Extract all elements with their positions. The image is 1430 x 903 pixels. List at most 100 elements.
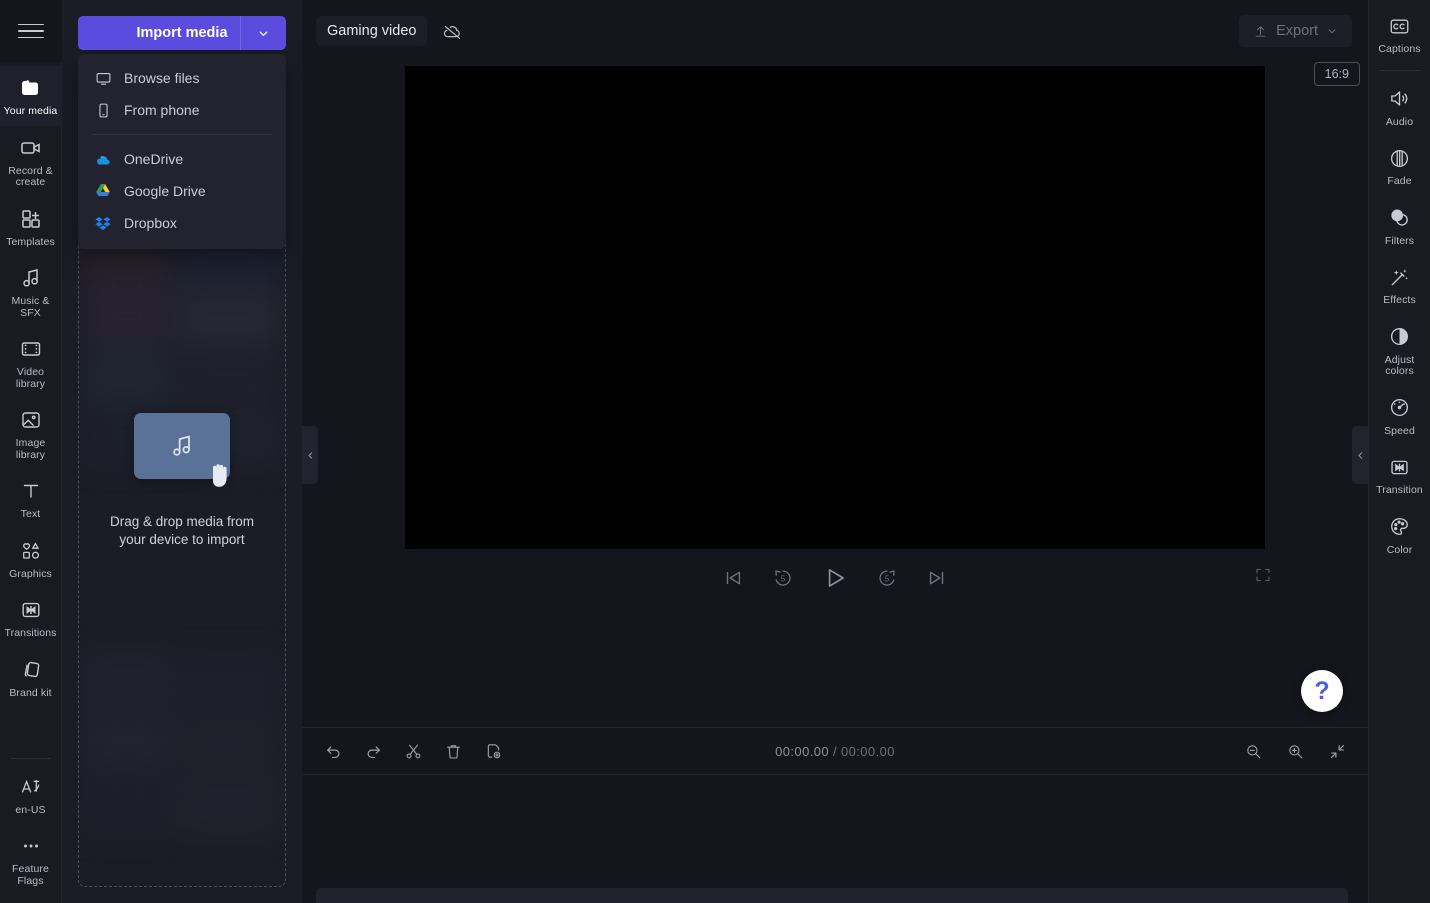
menu-item-google-drive[interactable]: Google Drive: [78, 175, 286, 207]
sidebar-item-record-create[interactable]: Record & create: [0, 126, 62, 197]
skip-to-end-button[interactable]: [926, 567, 948, 589]
sidebar-item-music-sfx[interactable]: Music & SFX: [0, 256, 62, 327]
hamburger-menu-button[interactable]: [0, 0, 62, 62]
clipchamp-editor-window: Your media Record & create Templates Mus…: [0, 0, 1430, 903]
menu-item-onedrive[interactable]: OneDrive: [78, 143, 286, 175]
import-media-caret-button[interactable]: [240, 16, 286, 50]
sidebar-item-label: Feature Flags: [12, 863, 49, 887]
collapse-properties-panel-handle[interactable]: [1352, 426, 1368, 484]
current-time: 00:00.00: [775, 743, 829, 759]
sidebar-item-label: Color: [1386, 543, 1413, 556]
sidebar-item-your-media[interactable]: Your media: [0, 66, 62, 126]
project-title-input[interactable]: Gaming video: [316, 16, 428, 46]
rewind-5-seconds-button[interactable]: 5: [772, 567, 794, 589]
sidebar-item-audio[interactable]: Audio: [1369, 77, 1430, 137]
zoom-in-button[interactable]: [1282, 738, 1308, 764]
timeline-track-placeholder[interactable]: [316, 888, 1348, 903]
sidebar-item-label: Fade: [1387, 175, 1412, 187]
shapes-icon: [18, 538, 44, 564]
help-label: ?: [1314, 676, 1330, 705]
sidebar-item-templates[interactable]: Templates: [0, 197, 62, 257]
contrast-circle-icon: [1387, 324, 1413, 350]
sidebar-item-captions[interactable]: Captions: [1369, 4, 1430, 64]
undo-button[interactable]: [320, 738, 346, 764]
chevron-left-icon: [1357, 451, 1362, 459]
svg-text:5: 5: [885, 575, 889, 584]
main-area: Gaming video Export 16:9 5 5 ? 00:00.00 …: [302, 0, 1368, 903]
delete-button[interactable]: [440, 738, 466, 764]
left-nav-rail: Your media Record & create Templates Mus…: [0, 0, 62, 903]
sidebar-item-transitions[interactable]: Transitions: [0, 588, 62, 648]
sidebar-item-feature-flags[interactable]: Feature Flags: [0, 824, 62, 895]
sidebar-item-video-library[interactable]: Video library: [0, 327, 62, 398]
divider: [1379, 69, 1420, 71]
sidebar-item-graphics[interactable]: Graphics: [0, 529, 62, 589]
sidebar-item-label: Your media: [3, 105, 58, 117]
redo-button[interactable]: [360, 738, 386, 764]
fit-to-screen-button[interactable]: [1324, 738, 1350, 764]
sidebar-item-label: Music & SFX: [11, 295, 50, 319]
split-button[interactable]: [400, 738, 426, 764]
cloud-off-icon[interactable]: [435, 16, 469, 46]
sidebar-item-label: Captions: [1378, 43, 1421, 55]
dropzone-content: Drag & drop media from your device to im…: [79, 413, 285, 549]
aspect-ratio-button[interactable]: 16:9: [1313, 62, 1360, 86]
sidebar-item-label: Text: [20, 508, 41, 520]
magic-wand-icon: [1387, 264, 1413, 290]
menu-item-label: From phone: [124, 102, 200, 118]
sidebar-item-adjust-colors[interactable]: Adjust colors: [1369, 315, 1430, 386]
fullscreen-button[interactable]: [1254, 566, 1272, 589]
duplicate-button[interactable]: [480, 738, 506, 764]
phone-icon: [94, 101, 112, 119]
timeline-zoom-controls: [1240, 738, 1350, 764]
timeline-canvas[interactable]: [302, 775, 1368, 903]
sidebar-item-label: Record & create: [8, 164, 53, 188]
sidebar-item-label: Speed: [1384, 424, 1415, 437]
sidebar-item-text[interactable]: Text: [0, 469, 62, 529]
export-button[interactable]: Export: [1239, 15, 1352, 47]
sidebar-item-language[interactable]: en-US: [0, 765, 62, 825]
play-button[interactable]: [822, 565, 848, 591]
menu-item-dropbox[interactable]: Dropbox: [78, 207, 286, 239]
svg-text:5: 5: [781, 575, 785, 584]
skip-to-start-button[interactable]: [722, 567, 744, 589]
menu-item-browse-files[interactable]: Browse files: [78, 62, 286, 94]
sidebar-item-effects[interactable]: Effects: [1369, 255, 1430, 315]
import-media-button[interactable]: Import media: [78, 16, 286, 50]
help-button[interactable]: ?: [1301, 670, 1343, 712]
total-time: 00:00.00: [841, 743, 895, 759]
left-rail-bottom: en-US Feature Flags: [0, 752, 62, 903]
chevron-down-icon: [259, 30, 268, 36]
transition-icon: [1387, 454, 1413, 480]
left-rail-items: Your media Record & create Templates Mus…: [0, 62, 62, 707]
sidebar-item-fade[interactable]: Fade: [1369, 136, 1430, 196]
hamburger-menu-icon: [17, 19, 44, 44]
onedrive-cloud-icon: [94, 150, 112, 168]
image-picture-icon: [18, 407, 44, 433]
dropzone-text-line1: Drag & drop media from: [109, 514, 255, 529]
sidebar-item-label: Effects: [1383, 294, 1416, 306]
brand-kit-cards-icon: [18, 657, 44, 683]
language-translate-icon: [18, 774, 44, 800]
zoom-out-button[interactable]: [1240, 738, 1266, 764]
sidebar-item-label: Transition: [1376, 484, 1423, 496]
menu-item-label: Google Drive: [124, 183, 206, 199]
sidebar-item-transition[interactable]: Transition: [1369, 445, 1430, 505]
import-media-menu: Browse files From phone OneDrive Google …: [78, 54, 286, 249]
menu-item-label: Browse files: [124, 70, 200, 86]
dropzone-media-card: [134, 413, 230, 487]
closed-captions-icon: [1387, 13, 1413, 39]
playback-controls: 5 5: [302, 557, 1368, 599]
sidebar-item-brand-kit[interactable]: Brand kit: [0, 648, 62, 708]
menu-item-from-phone[interactable]: From phone: [78, 94, 286, 126]
blurred-thumbnails-backdrop: [79, 233, 285, 886]
sidebar-item-speed[interactable]: Speed: [1369, 386, 1430, 446]
collapse-media-panel-handle[interactable]: [302, 426, 318, 484]
video-preview[interactable]: [405, 66, 1265, 549]
forward-5-seconds-button[interactable]: 5: [876, 567, 898, 589]
sidebar-item-image-library[interactable]: Image library: [0, 398, 62, 469]
sidebar-item-filters[interactable]: Filters: [1369, 196, 1430, 256]
sidebar-item-color[interactable]: Color: [1369, 505, 1430, 565]
google-drive-icon: [94, 182, 112, 200]
media-dropzone[interactable]: Drag & drop media from your device to im…: [78, 232, 286, 887]
